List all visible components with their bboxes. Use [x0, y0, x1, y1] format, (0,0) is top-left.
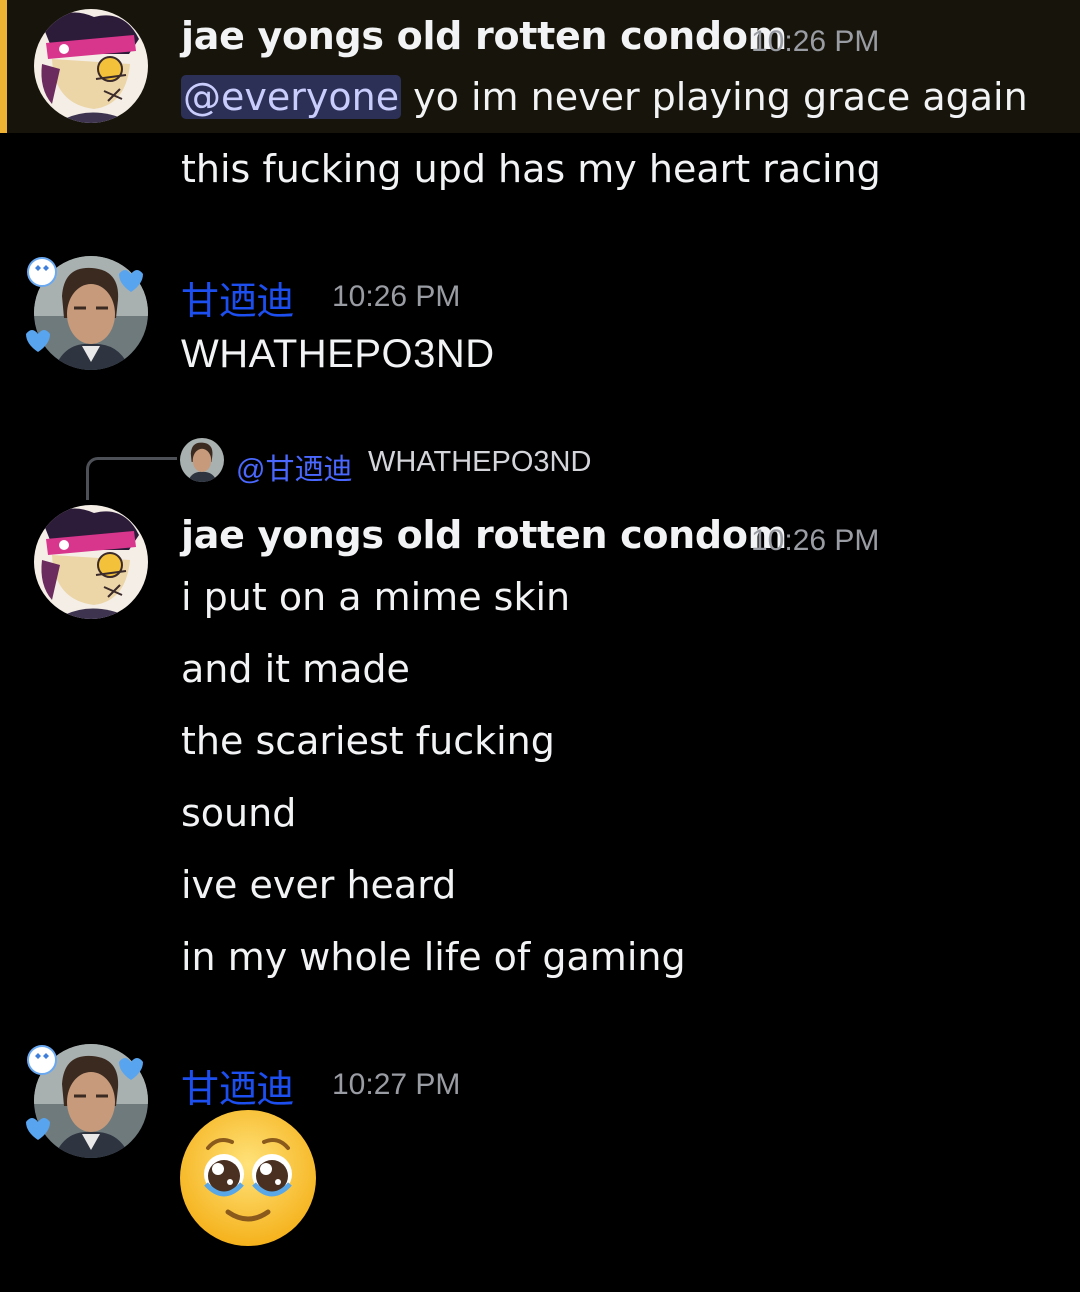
pleading-face-emoji[interactable]: [178, 1108, 318, 1248]
everyone-mention[interactable]: @everyone: [181, 75, 402, 119]
message-author[interactable]: jae yongs old rotten condom: [181, 14, 787, 58]
message-text-rest: yo im never playing grace again: [401, 75, 1028, 119]
man-avatar-icon[interactable]: [180, 438, 224, 482]
message-timestamp: 10:26 PM: [751, 25, 880, 58]
message-text: @everyone yo im never playing grace agai…: [181, 75, 1028, 119]
heart-decoration-icon: [26, 257, 143, 352]
message-author[interactable]: 甘迺迪: [181, 270, 294, 325]
heart-decoration-icon: [26, 1045, 143, 1140]
message-text: sound: [181, 791, 297, 835]
message-1[interactable]: jae yongs old rotten condom 10:26 PM @ev…: [0, 0, 1080, 200]
message-text: and it made: [181, 647, 410, 691]
reply-preview-text[interactable]: WHATHEPO3ND: [368, 446, 591, 479]
message-text: i put on a mime skin: [181, 575, 571, 619]
message-author[interactable]: 甘迺迪: [181, 1058, 294, 1113]
message-text: ive ever heard: [181, 863, 457, 907]
message-4[interactable]: 甘迺迪 10:27 PM: [0, 1038, 1080, 1258]
message-timestamp: 10:26 PM: [332, 280, 461, 313]
message-3[interactable]: jae yongs old rotten condom 10:26 PM i p…: [0, 505, 1080, 1005]
reply-connector: [86, 457, 177, 500]
reply-mention[interactable]: @甘迺迪: [236, 446, 352, 488]
message-text: this fucking upd has my heart racing: [181, 147, 881, 191]
message-text: in my whole life of gaming: [181, 935, 686, 979]
cartoon-avatar-icon[interactable]: [34, 9, 148, 123]
message-text: the scariest fucking: [181, 719, 555, 763]
cartoon-avatar-icon[interactable]: [34, 505, 148, 619]
message-author[interactable]: jae yongs old rotten condom: [181, 513, 787, 557]
mention-highlight-bar: [0, 0, 7, 133]
message-timestamp: 10:26 PM: [751, 524, 880, 557]
message-text: WHATHEPO3ND: [181, 332, 495, 376]
message-2[interactable]: 甘迺迪 10:26 PM WHATHEPO3ND: [0, 250, 1080, 390]
message-timestamp: 10:27 PM: [332, 1068, 461, 1101]
